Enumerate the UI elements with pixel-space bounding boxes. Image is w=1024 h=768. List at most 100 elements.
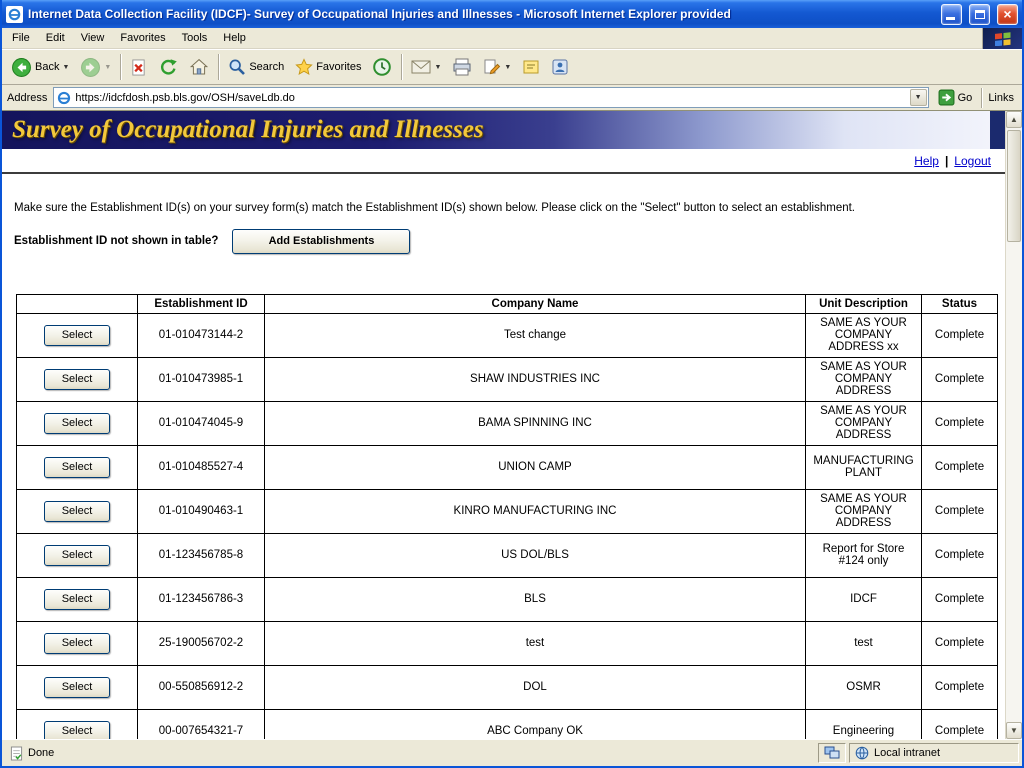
select-cell: Select	[17, 533, 138, 577]
select-button[interactable]: Select	[44, 501, 110, 522]
menu-tools[interactable]: Tools	[174, 30, 216, 46]
establishments-table-body: Select01-010473144-2Test changeSAME AS Y…	[17, 313, 998, 739]
select-cell: Select	[17, 621, 138, 665]
add-establishments-row: Establishment ID not shown in table? Add…	[14, 229, 1005, 254]
done-page-icon	[10, 746, 23, 761]
establishment-id-cell: 01-010485527-4	[138, 445, 265, 489]
scrollbar-thumb[interactable]	[1007, 130, 1021, 242]
help-link[interactable]: Help	[914, 154, 939, 168]
security-zone-pane: Local intranet	[849, 743, 1019, 763]
refresh-button[interactable]	[153, 52, 183, 82]
security-zone-text: Local intranet	[874, 747, 940, 759]
establishment-id-cell: 01-123456786-3	[138, 577, 265, 621]
banner-endcap	[990, 111, 1005, 149]
link-divider: |	[945, 154, 948, 168]
status-bar: Done Local intranet	[2, 739, 1022, 766]
establishment-id-cell: 01-010474045-9	[138, 401, 265, 445]
minimize-button[interactable]	[941, 4, 962, 25]
status-network-pane	[818, 743, 846, 763]
establishment-id-cell: 01-123456785-8	[138, 533, 265, 577]
header-establishment-id: Establishment ID	[138, 294, 265, 313]
unit-description-cell: Engineering	[806, 709, 922, 739]
search-button[interactable]: Search	[223, 52, 289, 82]
address-input[interactable]: https://idcfdosh.psb.bls.gov/OSH/saveLdb…	[53, 87, 928, 108]
add-establishments-button[interactable]: Add Establishments	[232, 229, 410, 254]
select-button[interactable]: Select	[44, 589, 110, 610]
status-cell: Complete	[922, 533, 998, 577]
go-label: Go	[958, 92, 973, 104]
unit-description-cell: MANUFACTURING PLANT	[806, 445, 922, 489]
establishments-table: Establishment ID Company Name Unit Descr…	[16, 294, 998, 739]
menu-help[interactable]: Help	[215, 30, 254, 46]
company-name-cell: BLS	[265, 577, 806, 621]
discuss-button[interactable]	[517, 52, 545, 82]
unit-description-cell: OSMR	[806, 665, 922, 709]
back-dropdown-arrow[interactable]: ▼	[62, 64, 69, 71]
close-button[interactable]: ×	[997, 4, 1018, 25]
establishment-id-cell: 01-010490463-1	[138, 489, 265, 533]
unit-description-cell: SAME AS YOUR COMPANY ADDRESS	[806, 401, 922, 445]
select-button[interactable]: Select	[44, 721, 110, 739]
help-bar: Help | Logout	[2, 149, 1005, 174]
company-name-cell: ABC Company OK	[265, 709, 806, 739]
links-button[interactable]: Links	[988, 92, 1017, 104]
messenger-button[interactable]	[546, 52, 574, 82]
select-cell: Select	[17, 665, 138, 709]
header-company-name: Company Name	[265, 294, 806, 313]
edit-dropdown-arrow[interactable]: ▼	[504, 64, 511, 71]
select-button[interactable]: Select	[44, 369, 110, 390]
stop-button[interactable]	[125, 52, 152, 82]
select-button[interactable]: Select	[44, 413, 110, 434]
vertical-scrollbar[interactable]: ▲ ▼	[1005, 111, 1022, 739]
forward-button[interactable]: ▼	[75, 52, 116, 82]
menu-favorites[interactable]: Favorites	[112, 30, 173, 46]
page: Survey of Occupational Injuries and Illn…	[2, 111, 1005, 739]
back-icon	[11, 57, 32, 78]
table-row: Select01-123456785-8US DOL/BLSReport for…	[17, 533, 998, 577]
scroll-up-button[interactable]: ▲	[1006, 111, 1022, 128]
links-label: Links	[988, 92, 1014, 104]
select-cell: Select	[17, 445, 138, 489]
select-button[interactable]: Select	[44, 457, 110, 478]
forward-dropdown-arrow[interactable]: ▼	[104, 64, 111, 71]
favorites-button[interactable]: Favorites	[290, 52, 366, 82]
table-row: Select01-010474045-9BAMA SPINNING INCSAM…	[17, 401, 998, 445]
maximize-button[interactable]	[969, 4, 990, 25]
select-button[interactable]: Select	[44, 633, 110, 654]
print-button[interactable]	[447, 52, 477, 82]
not-in-table-label: Establishment ID not shown in table?	[14, 235, 218, 247]
select-button[interactable]: Select	[44, 677, 110, 698]
unit-description-cell: SAME AS YOUR COMPANY ADDRESS	[806, 489, 922, 533]
menu-bar: File Edit View Favorites Tools Help	[2, 28, 1022, 49]
address-dropdown-button[interactable]: ▼	[910, 89, 927, 106]
home-button[interactable]	[184, 52, 214, 82]
menu-file[interactable]: File	[4, 30, 38, 46]
logout-link[interactable]: Logout	[954, 154, 991, 168]
scroll-down-button[interactable]: ▼	[1006, 722, 1022, 739]
history-button[interactable]	[367, 52, 397, 82]
select-button[interactable]: Select	[44, 545, 110, 566]
scrollbar-track[interactable]	[1006, 128, 1022, 722]
go-button[interactable]: Go	[935, 88, 976, 107]
table-row: Select01-010473985-1SHAW INDUSTRIES INCS…	[17, 357, 998, 401]
search-icon	[228, 58, 246, 76]
company-name-cell: UNION CAMP	[265, 445, 806, 489]
mail-dropdown-arrow[interactable]: ▼	[434, 64, 441, 71]
back-button[interactable]: Back ▼	[6, 52, 74, 82]
edit-button[interactable]: ▼	[478, 52, 516, 82]
company-name-cell: KINRO MANUFACTURING INC	[265, 489, 806, 533]
windows-logo	[982, 28, 1022, 49]
establishment-id-cell: 00-007654321-7	[138, 709, 265, 739]
back-label: Back	[35, 61, 59, 73]
window-title: Internet Data Collection Facility (IDCF)…	[28, 7, 934, 21]
select-cell: Select	[17, 709, 138, 739]
menu-view[interactable]: View	[73, 30, 113, 46]
favorites-label: Favorites	[316, 61, 361, 73]
page-banner: Survey of Occupational Injuries and Illn…	[2, 111, 1005, 149]
select-button[interactable]: Select	[44, 325, 110, 346]
company-name-cell: SHAW INDUSTRIES INC	[265, 357, 806, 401]
mail-button[interactable]: ▼	[406, 52, 446, 82]
select-cell: Select	[17, 357, 138, 401]
address-label: Address	[7, 92, 47, 104]
menu-edit[interactable]: Edit	[38, 30, 73, 46]
